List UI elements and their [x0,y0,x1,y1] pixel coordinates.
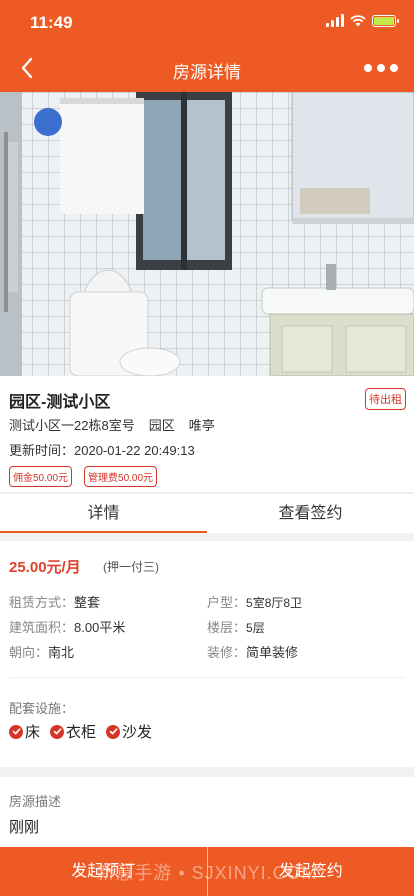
floor-label: 楼层： [207,620,247,635]
status-time: 11:49 [30,13,73,32]
update-time-label: 更新时间： [9,443,75,458]
commission-tag: 佣金50.00元 [9,466,73,487]
orientation-value: 南北 [48,645,75,660]
check-circle-icon [106,724,121,739]
description-section: 房源描述 刚刚 [0,777,414,847]
rent-status-badge: 待出租 [365,388,406,410]
page-title: 房源详情 [173,63,241,82]
facility-label: 床 [25,724,41,741]
payment-terms: (押一付三) [103,560,159,574]
facility-sofa: 沙发 [106,721,152,742]
status-bar: 11:49 [0,0,414,44]
rent-price: 25.00元/月 [9,559,81,576]
property-photo[interactable] [0,92,414,376]
battery-icon [372,14,399,27]
facilities-list: 床 衣柜 沙发 [9,721,152,742]
address-text: 测试小区一22栋8室号 [9,418,135,433]
decoration-row: 装修：简单装修 [207,642,298,661]
detail-panel: 25.00元/月 (押一付三) 租赁方式：整套 户型：5室8厅8卫 建筑面积：8… [0,541,414,767]
layout-row: 户型：5室8厅8卫 [207,592,302,611]
update-time: 更新时间：2020-01-22 20:49:13 [9,440,195,459]
signal-icon [326,14,344,27]
decoration-value: 简单装修 [246,645,299,660]
rent-type-value: 整套 [74,595,101,610]
facility-bed: 床 [9,721,40,742]
check-circle-icon [9,724,23,739]
layout-value: 5室8厅8卫 [246,596,303,610]
start-signing-button[interactable]: 发起签约 [208,847,414,896]
check-circle-icon [50,724,65,739]
layout-label: 户型： [207,595,247,610]
rent-type-row: 租赁方式：整套 [9,592,100,611]
property-name: 园区-测试小区 [9,394,111,411]
update-time-value: 2020-01-22 20:49:13 [74,443,195,458]
description-title: 房源描述 [9,794,62,809]
area-row: 建筑面积：8.00平米 [9,617,125,636]
rent-type-label: 租赁方式： [9,595,75,610]
more-button[interactable] [364,55,398,81]
divider [9,677,405,678]
area-name-text: 唯亭 [188,418,215,433]
facility-label: 衣柜 [66,724,97,741]
tab-details[interactable]: 详情 [0,494,207,533]
fee-tags: 佣金50.00元 管理费50.00元 [9,466,158,487]
orientation-label: 朝向： [9,645,49,660]
status-icons [326,14,399,27]
address-line: 测试小区一22栋8室号 园区 唯亭 [9,415,215,434]
district-text: 园区 [148,418,175,433]
facilities-title: 配套设施： [9,701,75,716]
tab-bar: 详情 查看签约 [0,493,414,533]
orientation-row: 朝向：南北 [9,642,74,661]
floor-value: 5层 [246,621,265,635]
property-info: 园区-测试小区 待出租 测试小区一22栋8室号 园区 唯亭 更新时间：2020-… [0,376,414,492]
start-booking-button[interactable]: 发起预订 [0,847,207,896]
floor-row: 楼层：5层 [207,617,265,636]
management-fee-tag: 管理费50.00元 [84,466,158,487]
facility-wardrobe: 衣柜 [50,721,96,742]
more-dots-icon [364,64,372,72]
tab-contracts[interactable]: 查看签约 [207,494,414,533]
facility-label: 沙发 [122,724,153,741]
area-value: 8.00平米 [74,620,126,635]
wifi-icon [350,14,366,26]
description-text: 刚刚 [9,819,40,836]
decoration-label: 装修： [207,645,247,660]
nav-bar: 房源详情 [0,44,414,92]
area-label: 建筑面积： [9,620,75,635]
bottom-action-bar: 发起预订 发起签约 [0,847,414,896]
